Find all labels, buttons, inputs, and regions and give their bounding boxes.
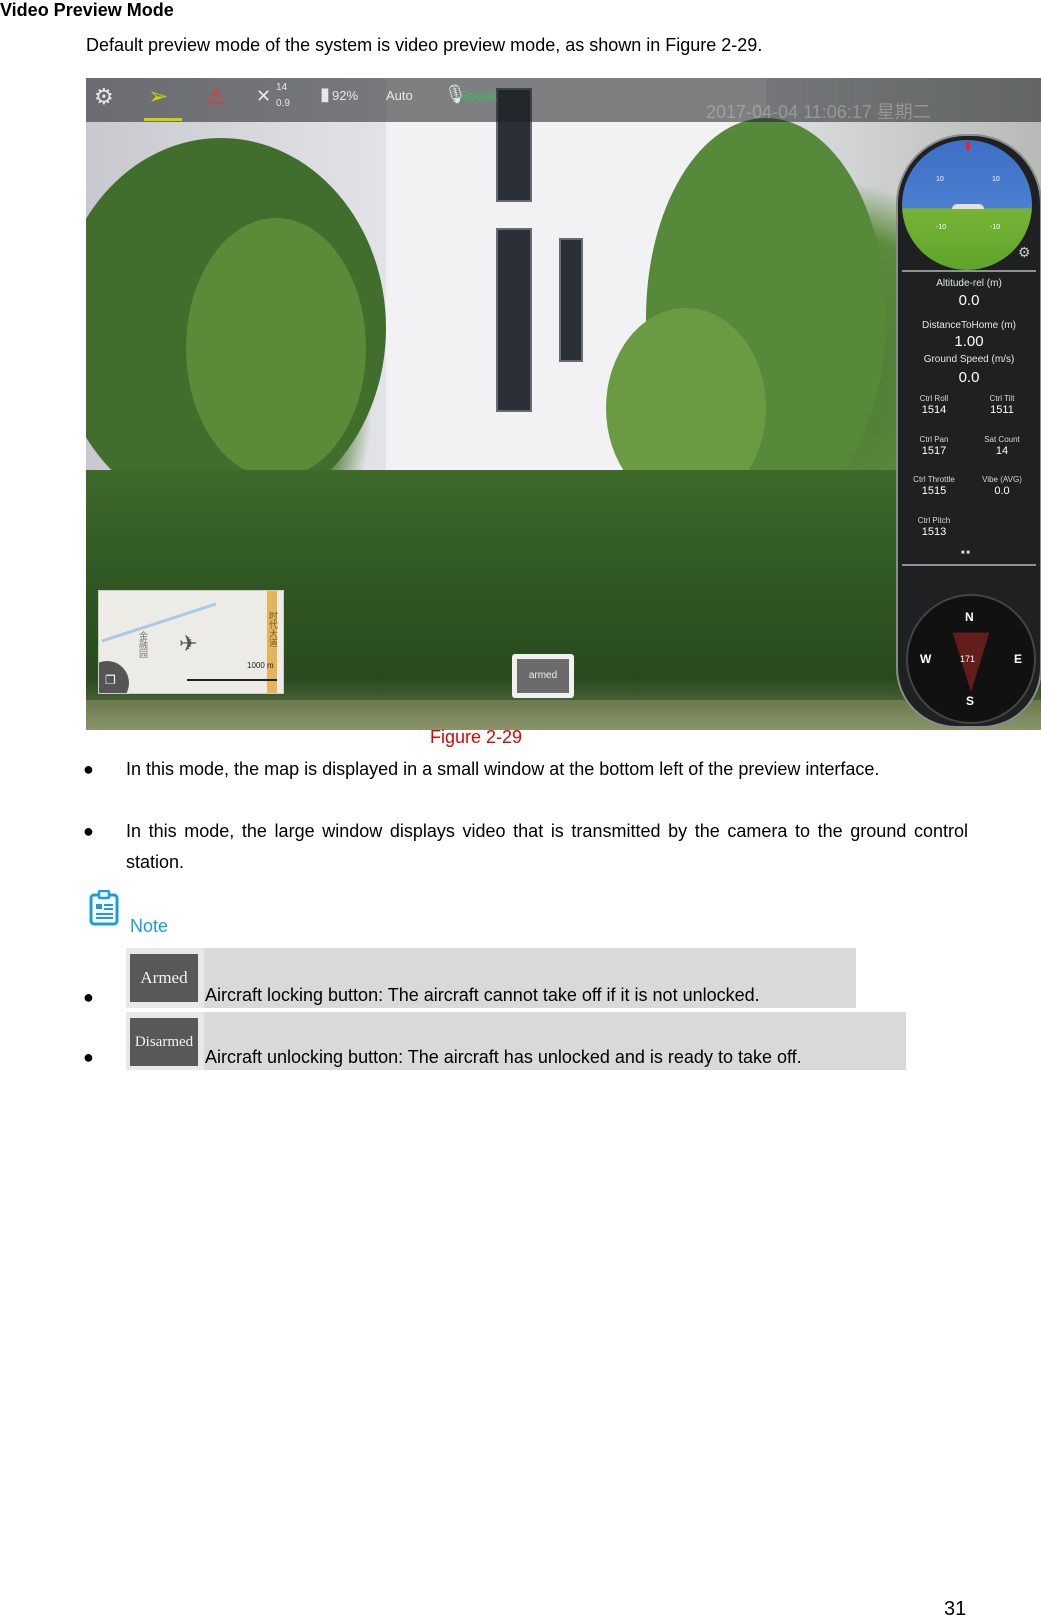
ground-speed-value: 0.0	[958, 369, 980, 386]
figure-caption: Figure 2-29	[430, 727, 523, 747]
sat-count-label: Sat Count	[984, 435, 1020, 444]
vibe-value: 0.0	[994, 485, 1010, 497]
ctrl-pan-label: Ctrl Pan	[919, 435, 949, 444]
switch-window-icon[interactable]: ❐	[105, 673, 116, 687]
divider	[902, 564, 1036, 566]
roll-pointer	[966, 142, 970, 150]
speak-label[interactable]: Speak	[460, 88, 497, 103]
heading-value: 171	[960, 654, 976, 664]
note-item-armed: Armed Aircraft locking button: The aircr…	[126, 948, 856, 1008]
page-indicator-dots[interactable]: ■ ■	[961, 550, 970, 556]
ctrl-roll-value: 1514	[921, 404, 947, 416]
pitch-tick-label: -10	[936, 224, 947, 231]
attitude-indicator: 10 10 -10 -10	[902, 140, 1032, 270]
flight-mode-paper-plane-icon[interactable]: ➢	[148, 82, 168, 111]
battery-level: 92%	[332, 88, 359, 103]
compass-south: S	[966, 694, 975, 708]
tree	[186, 218, 366, 478]
armed-button-image-label: Armed	[130, 954, 198, 1002]
compass: N S W E 171	[906, 594, 1036, 724]
note-label: Note	[130, 916, 169, 936]
flight-mode-label[interactable]: Auto	[386, 88, 413, 103]
datetime: 2017-04-04 11:06:17 星期二	[706, 102, 931, 122]
building-window	[496, 228, 532, 412]
active-tab-underline	[144, 118, 182, 121]
ctrl-tilt-label: Ctrl Tilt	[989, 394, 1015, 403]
top-status-bar: ⚙ ➢ ⚠ ✕ 14 0.9 ▮ 92% Auto 🎙 Speak 2017-0…	[86, 78, 1041, 122]
map-scale-bar	[187, 679, 277, 681]
map-road-label: 时代大道	[268, 611, 278, 647]
map-river	[101, 602, 217, 643]
satellite-icon: ✕	[256, 86, 272, 106]
divider	[902, 270, 1036, 272]
distance-value: 1.00	[954, 333, 984, 350]
hdop-value: 0.9	[276, 98, 290, 109]
ctrl-pitch-label: Ctrl Pitch	[917, 516, 951, 525]
satellite-count: 14	[276, 82, 288, 93]
building-window	[559, 238, 583, 362]
figure-video-preview: ⚙ ➢ ⚠ ✕ 14 0.9 ▮ 92% Auto 🎙 Speak 2017-0…	[86, 78, 1041, 730]
vibe-label: Vibe (AVG)	[982, 475, 1022, 484]
note-item-text: Aircraft unlocking button: The aircraft …	[205, 1047, 802, 1067]
sat-count-value: 14	[995, 445, 1009, 457]
pitch-tick-label: 10	[936, 176, 944, 183]
ctrl-pitch-value: 1513	[921, 526, 947, 538]
aircraft-position-icon: ✈	[179, 631, 198, 656]
altitude-value: 0.0	[958, 292, 980, 309]
pitch-tick-label: -10	[990, 224, 1001, 231]
distance-label: DistanceToHome (m)	[922, 320, 1016, 331]
ctrl-pan-value: 1517	[921, 445, 947, 457]
section-title: Video Preview Mode	[0, 0, 174, 20]
pitch-tick-label: 10	[992, 176, 1000, 183]
bullet-icon: ●	[83, 1047, 94, 1067]
ctrl-tilt-value: 1511	[990, 404, 1014, 416]
settings-gears-icon[interactable]: ⚙	[94, 84, 114, 110]
armed-button-label: armed	[517, 659, 569, 693]
warning-triangle-icon[interactable]: ⚠	[206, 84, 226, 110]
armed-button-image: Armed	[126, 948, 204, 1008]
gear-icon[interactable]: ⚙	[1018, 244, 1031, 261]
compass-east: E	[1014, 652, 1023, 666]
battery-icon: ▮	[320, 84, 330, 104]
bullet-text: In this mode, the map is displayed in a …	[126, 759, 880, 779]
telemetry-panel: 10 10 -10 -10 ⚙ Altitude-rel (m) 0.0 Dis…	[896, 134, 1041, 728]
disarmed-button-image-label: Disarmed	[130, 1018, 198, 1066]
compass-west: W	[920, 652, 932, 666]
compass-north: N	[965, 610, 974, 624]
grass	[86, 700, 1041, 730]
bullet-text: In this mode, the large window displays …	[126, 821, 968, 872]
map-area-label: 金融园	[138, 631, 148, 658]
ctrl-throttle-value: 1515	[921, 485, 947, 497]
bullet-icon: ●	[83, 987, 94, 1007]
note-item-text: Aircraft locking button: The aircraft ca…	[205, 985, 760, 1005]
disarmed-button-image: Disarmed	[126, 1012, 204, 1070]
ctrl-roll-label: Ctrl Roll	[919, 394, 949, 403]
armed-button[interactable]: armed	[512, 654, 574, 698]
note-item-disarmed: Disarmed Aircraft unlocking button: The …	[126, 1012, 906, 1070]
page-number: 31	[944, 1598, 967, 1620]
bullet-icon: ●	[83, 759, 94, 779]
ctrl-throttle-label: Ctrl Throttle	[913, 475, 955, 484]
ground-speed-label: Ground Speed (m/s)	[923, 354, 1015, 365]
minimap[interactable]: 时代大道 金融园 ✈ 1000 m ❐	[98, 590, 284, 694]
intro-paragraph: Default preview mode of the system is vi…	[86, 35, 763, 55]
altitude-label: Altitude-rel (m)	[936, 278, 1002, 289]
map-scale-label: 1000 m	[247, 661, 274, 670]
aircraft-symbol	[952, 204, 984, 209]
bullet-icon: ●	[83, 821, 94, 841]
note-icon	[89, 890, 119, 926]
